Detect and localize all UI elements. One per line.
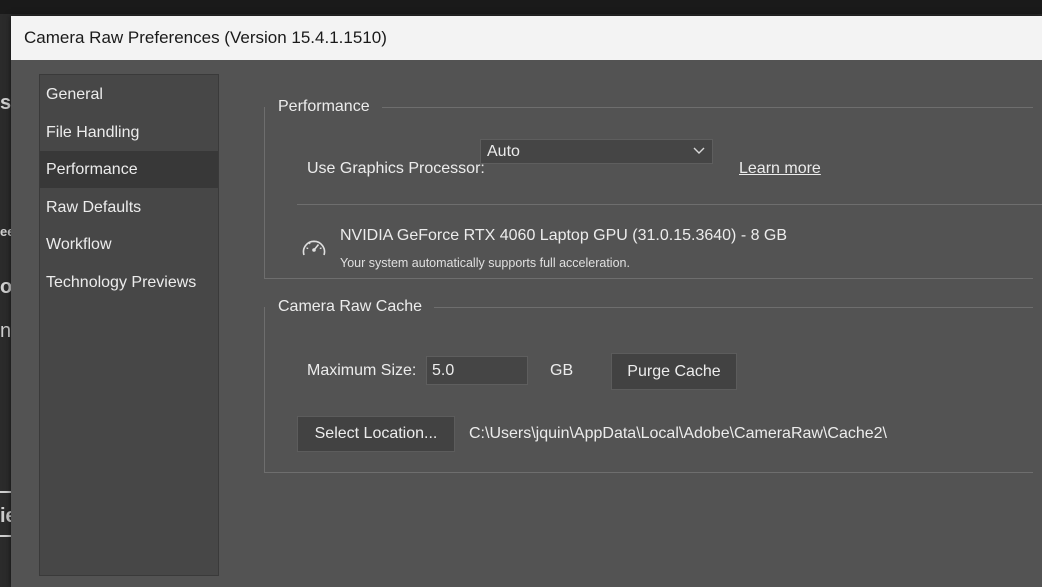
sidebar-item-technology-previews[interactable]: Technology Previews (40, 264, 218, 301)
sidebar-item-workflow[interactable]: Workflow (40, 226, 218, 263)
background-line (0, 491, 11, 493)
background-text-fragment: st (0, 92, 11, 114)
gpu-select[interactable]: Auto (480, 139, 713, 164)
background-text-fragment: oc (0, 276, 11, 298)
title-bar[interactable]: Camera Raw Preferences (Version 15.4.1.1… (11, 16, 1042, 60)
gpu-label: Use Graphics Processor: (307, 160, 485, 177)
cache-path: C:\Users\jquin\AppData\Local\Adobe\Camer… (469, 425, 887, 442)
chevron-down-icon (692, 142, 706, 158)
performance-group: Performance (264, 98, 1033, 279)
gpu-status: Your system automatically supports full … (340, 256, 630, 270)
performance-divider (297, 204, 1042, 205)
background-text-fragment: ie (0, 505, 11, 527)
background-line (0, 535, 11, 537)
performance-legend: Performance (278, 98, 370, 115)
preferences-sidebar: General File Handling Performance Raw De… (39, 74, 219, 576)
gpu-select-value: Auto (487, 143, 520, 160)
max-size-value: 5.0 (432, 362, 455, 379)
sidebar-item-raw-defaults[interactable]: Raw Defaults (40, 189, 218, 226)
background-text-fragment: n (0, 320, 11, 342)
purge-cache-button[interactable]: Purge Cache (611, 353, 737, 390)
select-location-button[interactable]: Select Location... (297, 416, 455, 452)
sidebar-item-performance[interactable]: Performance (40, 151, 218, 188)
gpu-name: NVIDIA GeForce RTX 4060 Laptop GPU (31.0… (340, 227, 788, 244)
max-size-label: Maximum Size: (307, 362, 417, 379)
max-size-input[interactable]: 5.0 (426, 356, 528, 385)
learn-more-link[interactable]: Learn more (739, 160, 821, 178)
background-top-strip (0, 0, 1042, 14)
size-unit-label: GB (550, 362, 574, 379)
sidebar-item-file-handling[interactable]: File Handling (40, 114, 218, 151)
gauge-icon (301, 236, 327, 260)
window-title: Camera Raw Preferences (Version 15.4.1.1… (24, 28, 387, 47)
sidebar-item-general[interactable]: General (40, 76, 218, 113)
cache-legend: Camera Raw Cache (278, 298, 423, 315)
background-text-fragment: ee (0, 224, 11, 239)
